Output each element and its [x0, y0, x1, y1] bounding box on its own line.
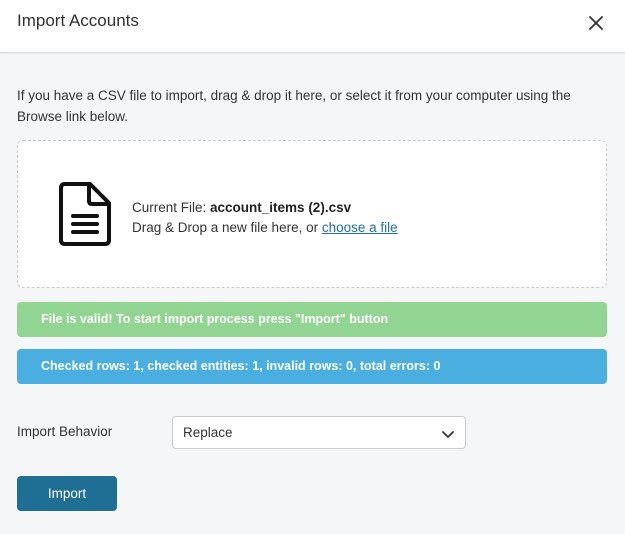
- file-info: Current File: account_items (2).csv Drag…: [132, 198, 398, 238]
- current-file-name: account_items (2).csv: [210, 200, 352, 215]
- chevron-down-icon: [441, 427, 455, 438]
- validation-success-banner: File is valid! To start import process p…: [17, 302, 607, 337]
- current-file-line: Current File: account_items (2).csv: [132, 198, 398, 218]
- import-behavior-value: Replace: [183, 425, 233, 440]
- import-behavior-label: Import Behavior: [17, 424, 113, 439]
- close-icon[interactable]: [585, 12, 607, 34]
- file-dropzone[interactable]: Current File: account_items (2).csv Drag…: [17, 140, 607, 288]
- current-file-label: Current File:: [132, 200, 211, 215]
- drag-drop-text: Drag & Drop a new file here, or: [132, 220, 322, 235]
- import-instructions: If you have a CSV file to import, drag &…: [17, 88, 571, 124]
- validation-summary-banner: Checked rows: 1, checked entities: 1, in…: [17, 349, 607, 384]
- import-button[interactable]: Import: [17, 476, 117, 511]
- choose-file-link[interactable]: choose a file: [322, 220, 398, 235]
- modal-header: Import Accounts: [0, 0, 625, 53]
- drag-drop-line: Drag & Drop a new file here, or choose a…: [132, 218, 398, 238]
- document-icon: [58, 181, 112, 247]
- modal-title: Import Accounts: [17, 11, 139, 30]
- import-behavior-select[interactable]: Replace: [172, 416, 466, 449]
